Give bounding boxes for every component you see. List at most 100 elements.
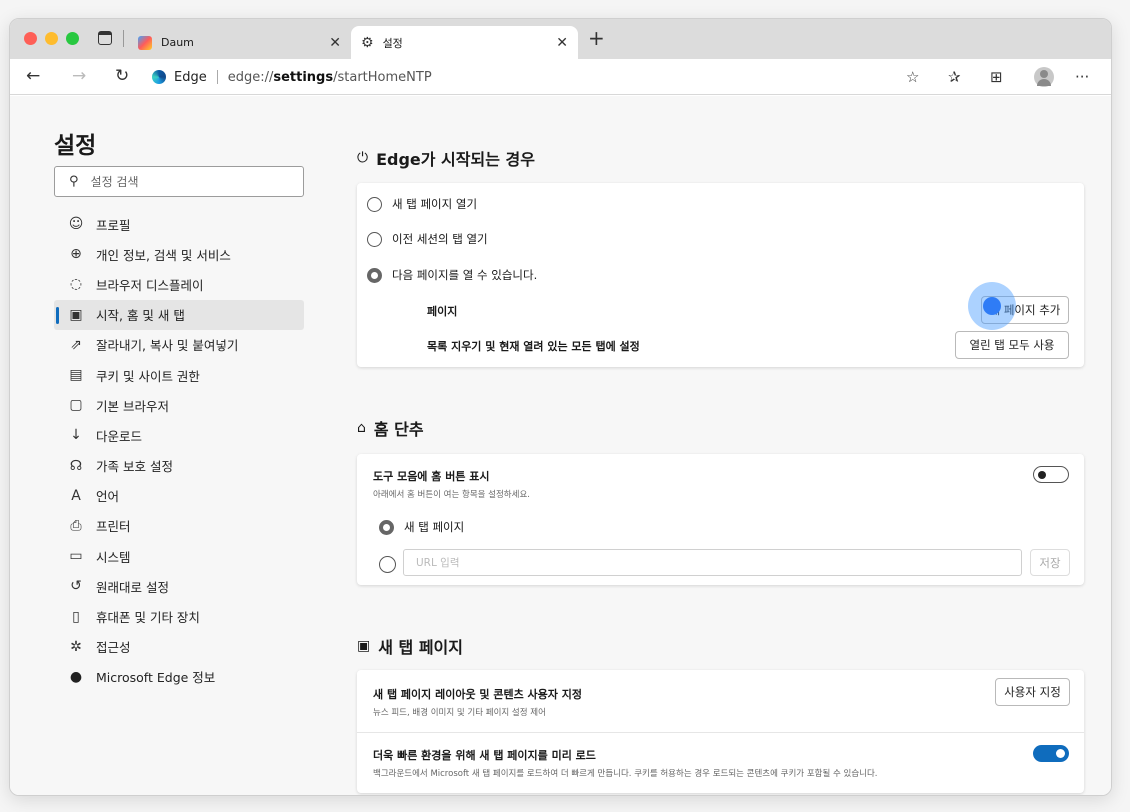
customize-desc: 뉴스 피드, 배경 이미지 및 기타 페이지 설정 제어 [373,708,546,718]
sidebar-item-printers[interactable]: ⎙ 프린터 [54,511,304,541]
sidebar-menu: ☺ 프로필 ⊕ 개인 정보, 검색 및 서비스 ◌ 브라우저 디스플레이 ▣ 시작, 홈… [54,209,304,692]
tab-settings[interactable]: ⚙ 설정 ✕ [351,26,578,59]
newtab-card: 새 탭 페이지 레이아웃 및 콘텐츠 사용자 지정 뉴스 피드, 배경 이미지 … [357,670,1084,793]
address-toolbar: ← → ↻ Edge edge:// settings /startHomeNT… [10,59,1111,95]
startup-card: 새 탭 페이지 열기 이전 세션의 탭 열기 다음 페이지를 열 수 있습니다.… [357,183,1084,367]
power-icon: ⏻ [357,150,369,166]
browser-icon: ▢ [69,397,83,414]
profile-avatar-icon[interactable] [1034,67,1054,87]
lock-icon: ⊕ [70,246,82,263]
sidebar-item-reset[interactable]: ↺ 원래대로 설정 [54,571,304,601]
sidebar-item-start-home[interactable]: ▣ 시작, 홈 및 새 탭 [54,299,304,330]
sidebar-item-label: 프로필 [96,217,131,233]
settings-sidebar: 설정 ⚲ 설정 검색 ☺ 프로필 ⊕ 개인 정보, 검색 및 서비스 ◌ 브라우저 디… [10,96,320,795]
address-bar[interactable]: Edge edge:// settings /startHomeNTP [142,64,932,90]
sidebar-item-system[interactable]: ▭ 시스템 [54,541,304,571]
sidebar-item-display[interactable]: ◌ 브라우저 디스플레이 [54,269,304,299]
sidebar-item-label: Microsoft Edge 정보 [96,670,216,686]
pages-label: 페이지 [427,305,458,318]
omnibox-separator [216,70,218,84]
omnibox-label: Edge [174,69,207,85]
search-input[interactable]: ⚲ 설정 검색 [54,166,304,197]
radio-button[interactable] [367,196,382,212]
show-home-button-toggle[interactable] [1033,466,1069,483]
url-host: settings [273,69,334,85]
section-title-text: 홈 단추 [373,420,424,439]
show-home-button-label: 도구 모음에 홈 버튼 표시 [373,470,490,483]
url-path: /startHomeNTP [333,69,432,85]
sidebar-item-label: 원래대로 설정 [96,579,169,595]
search-placeholder: 설정 검색 [90,175,139,189]
new-tab-plus-icon[interactable]: + [588,28,605,48]
section-title-text: 새 탭 페이지 [378,638,463,657]
more-menu-icon[interactable]: ··· [1075,68,1089,86]
search-icon: ⚲ [69,174,79,189]
sidebar-item-family[interactable]: ☊ 가족 보호 설정 [54,451,304,481]
refresh-icon[interactable]: ↻ [115,66,129,86]
radio-button-selected[interactable] [367,267,382,283]
radio-label: 다음 페이지를 열 수 있습니다. [392,268,538,282]
accessibility-icon: ✲ [70,638,82,655]
customize-button[interactable]: 사용자 지정 [995,678,1070,706]
sidebar-item-label: 프린터 [96,519,131,535]
sidebar-item-clipboard[interactable]: ⇗ 잘라내기, 복사 및 붙여넣기 [54,330,304,360]
startup-option-newtab[interactable]: 새 탭 페이지 열기 [367,196,477,212]
tab-daum[interactable]: Daum ✕ [128,26,351,59]
radio-button[interactable] [367,231,382,247]
collections-icon[interactable]: ⊞ [990,68,1003,86]
startup-option-specific[interactable]: 다음 페이지를 열 수 있습니다. [367,267,537,283]
sidebar-item-accessibility[interactable]: ✲ 접근성 [54,632,304,662]
home-icon: ⌂ [357,420,366,436]
tab-title: Daum [161,36,194,49]
preload-toggle[interactable] [1033,745,1069,762]
favorites-icon[interactable]: ✰ [948,68,961,86]
sidebar-item-default-browser[interactable]: ▢ 기본 브라우저 [54,390,304,420]
sidebar-item-label: 잘라내기, 복사 및 붙여넣기 [96,338,239,354]
edge-icon [152,70,166,84]
sidebar-item-label: 개인 정보, 검색 및 서비스 [96,247,231,263]
printer-icon: ⎙ [70,517,82,534]
tab-actions-icon[interactable] [98,31,112,45]
sidebar-item-languages[interactable]: A 언어 [54,481,304,511]
system-icon: ▭ [69,548,83,565]
sidebar-item-label: 쿠키 및 사이트 권한 [96,368,200,384]
sidebar-item-about[interactable]: ● Microsoft Edge 정보 [54,662,304,692]
home-option-url-radio[interactable] [379,556,396,573]
close-icon[interactable]: ✕ [329,35,341,51]
save-button[interactable]: 저장 [1030,549,1070,576]
sidebar-item-label: 언어 [96,489,120,505]
close-window-button[interactable] [24,32,37,45]
home-option-newtab[interactable]: 새 탭 페이지 [379,519,464,535]
tab-separator [123,30,124,47]
forward-arrow-icon[interactable]: → [72,66,86,86]
sidebar-item-downloads[interactable]: ↓ 다운로드 [54,420,304,450]
back-arrow-icon[interactable]: ← [26,66,40,86]
sidebar-item-label: 시스템 [96,549,131,565]
radio-button-selected[interactable] [379,519,394,535]
add-favorite-star-icon[interactable]: ☆ [906,68,919,86]
clear-and-set-label: 목록 지우기 및 현재 열려 있는 모든 탭에 설정 [427,340,640,353]
sidebar-item-privacy[interactable]: ⊕ 개인 정보, 검색 및 서비스 [54,239,304,269]
sidebar-item-phone[interactable]: ▯ 휴대폰 및 기타 장치 [54,601,304,631]
sidebar-item-label: 휴대폰 및 기타 장치 [96,610,200,626]
sidebar-item-label: 시작, 홈 및 새 탭 [96,308,185,324]
cursor-pointer [983,297,1001,315]
use-open-tabs-button[interactable]: 열린 탭 모두 사용 [955,331,1069,359]
close-icon[interactable]: ✕ [556,35,568,51]
customize-title: 새 탭 페이지 레이아웃 및 콘텐츠 사용자 지정 [373,688,582,701]
sidebar-item-cookies[interactable]: ▤ 쿠키 및 사이트 권한 [54,360,304,390]
url-input[interactable]: URL 입력 [403,549,1022,576]
maximize-window-button[interactable] [66,32,79,45]
family-icon: ☊ [69,457,83,474]
edge-icon: ● [69,668,83,685]
radio-label: 새 탭 페이지 [404,520,465,534]
sidebar-item-label: 접근성 [96,640,131,656]
minimize-window-button[interactable] [45,32,58,45]
sidebar-item-label: 가족 보호 설정 [96,459,173,475]
home-tab-icon: ▣ [69,306,83,323]
page-title: 설정 [54,133,97,159]
sidebar-item-profile[interactable]: ☺ 프로필 [54,209,304,239]
new-tab-page-icon: ▣ [357,638,371,654]
preload-desc: 백그라운드에서 Microsoft 새 탭 페이지를 로드하여 더 빠르게 만듭… [373,769,878,779]
startup-option-previous[interactable]: 이전 세션의 탭 열기 [367,231,488,247]
